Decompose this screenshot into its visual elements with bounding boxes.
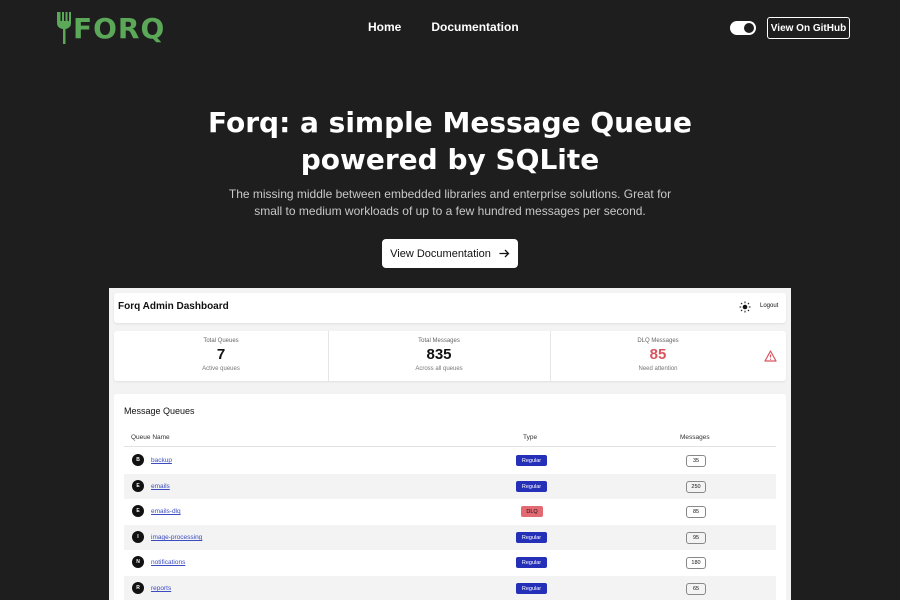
stat-label: Total Queues — [203, 338, 239, 344]
column-header-queue-name: Queue Name — [131, 434, 170, 441]
stat-value: 835 — [426, 346, 452, 363]
queue-avatar: R — [132, 582, 144, 594]
logo-text: FORQ — [73, 11, 166, 45]
stat-total-queues: Total Queues 7 Active queues — [114, 331, 328, 381]
top-nav: FORQ Home Documentation View On GitHub — [0, 0, 900, 56]
queue-avatar: E — [132, 505, 144, 517]
message-count: 180 — [686, 557, 706, 569]
theme-toggle[interactable] — [730, 21, 756, 35]
type-badge: Regular — [516, 481, 547, 492]
table-row[interactable]: N notifications Regular 180 — [124, 550, 776, 575]
queue-avatar: E — [132, 480, 144, 492]
nav-link-home[interactable]: Home — [368, 20, 401, 34]
message-queues-card: Message Queues Queue Name Type Messages … — [114, 394, 786, 600]
queue-avatar: I — [132, 531, 144, 543]
message-count: 35 — [686, 455, 706, 467]
hero-title-line-1: Forq: a simple Message Queue — [208, 106, 692, 139]
fork-icon — [57, 12, 71, 44]
nav-link-documentation[interactable]: Documentation — [431, 20, 518, 34]
stat-total-messages: Total Messages 835 Across all queues — [328, 331, 550, 381]
hero-title-line-2: powered by SQLite — [300, 143, 600, 176]
dashboard-title: Forq Admin Dashboard — [118, 301, 229, 312]
table-row[interactable]: E emails Regular 250 — [124, 474, 776, 499]
queue-name-link[interactable]: backup — [151, 457, 172, 464]
logo[interactable]: FORQ — [55, 10, 165, 46]
warning-icon — [764, 350, 777, 362]
stat-value: 85 — [649, 346, 667, 363]
view-documentation-label: View Documentation — [390, 247, 491, 260]
view-on-github-button[interactable]: View On GitHub — [767, 17, 850, 39]
type-badge: Regular — [516, 557, 547, 568]
queue-avatar: N — [132, 556, 144, 568]
stat-label: DLQ Messages — [637, 338, 679, 344]
message-count: 250 — [686, 481, 706, 493]
queue-name-link[interactable]: notifications — [151, 559, 185, 566]
dashboard-header: Forq Admin Dashboard Logout — [114, 293, 786, 323]
logout-button[interactable]: Logout — [760, 303, 778, 309]
table-row[interactable]: R reports Regular 65 — [124, 576, 776, 600]
queue-name-link[interactable]: emails — [151, 483, 170, 490]
type-badge: Regular — [516, 455, 547, 466]
hero-title: Forq: a simple Message Queue powered by … — [0, 104, 900, 178]
queue-name-link[interactable]: reports — [151, 585, 171, 592]
hero-subtitle: The missing middle between embedded libr… — [228, 187, 672, 218]
queue-name-link[interactable]: emails-dlq — [151, 508, 181, 515]
arrow-right-icon — [499, 249, 510, 258]
moon-icon — [744, 23, 754, 33]
stat-value: 7 — [216, 346, 226, 363]
sun-icon[interactable] — [739, 301, 751, 313]
stat-label: Total Messages — [418, 338, 460, 344]
stat-sub: Active queues — [202, 366, 240, 372]
stat-sub: Need attention — [638, 366, 678, 372]
table-row[interactable]: I image-processing Regular 95 — [124, 525, 776, 550]
stat-dlq-messages: DLQ Messages 85 Need attention — [550, 331, 766, 381]
nav-links: Home Documentation — [368, 20, 519, 34]
column-header-messages: Messages — [680, 434, 710, 441]
queue-name-link[interactable]: image-processing — [151, 534, 202, 541]
view-documentation-button[interactable]: View Documentation — [382, 239, 518, 268]
table-row[interactable]: B backup Regular 35 — [124, 448, 776, 473]
message-count: 95 — [686, 532, 706, 544]
type-badge-dlq: DLQ — [521, 506, 543, 517]
stat-sub: Across all queues — [415, 366, 463, 372]
message-count: 85 — [686, 506, 706, 518]
stats-card: Total Queues 7 Active queues Total Messa… — [114, 331, 786, 381]
type-badge: Regular — [516, 532, 547, 543]
message-queues-title: Message Queues — [124, 406, 195, 416]
table-row[interactable]: E emails-dlq DLQ 85 — [124, 499, 776, 524]
header-divider — [124, 446, 776, 447]
queue-avatar: B — [132, 454, 144, 466]
type-badge: Regular — [516, 583, 547, 594]
dashboard-preview: Forq Admin Dashboard Logout Total Queues… — [109, 288, 791, 600]
message-count: 65 — [686, 583, 706, 595]
column-header-type: Type — [523, 434, 538, 441]
